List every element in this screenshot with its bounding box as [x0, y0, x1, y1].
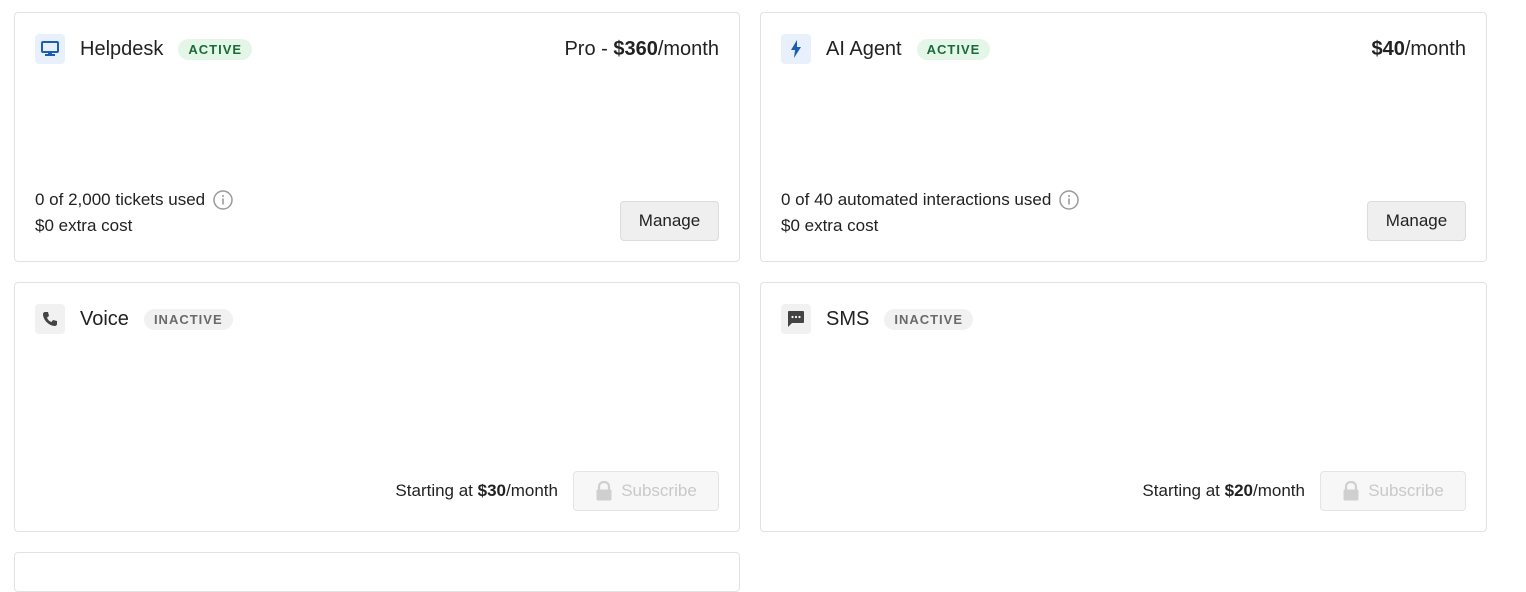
- starting-price: Starting at $20/month: [1142, 481, 1305, 501]
- product-name: Voice: [80, 307, 129, 330]
- bolt-icon: [781, 34, 811, 64]
- subscribe-label: Subscribe: [621, 481, 697, 500]
- price-amount: $360: [613, 37, 658, 60]
- product-name: Helpdesk: [80, 37, 164, 60]
- lock-icon: [595, 481, 613, 501]
- extra-cost-text: $0 extra cost: [35, 216, 133, 235]
- usage-info: 0 of 40 automated interactions used $0 e…: [781, 187, 1080, 239]
- helpdesk-card-header: Helpdesk ACTIVE Pro - $360/month: [35, 33, 719, 65]
- ai-agent-card: AI Agent ACTIVE $40/month 0 of 40 automa…: [760, 12, 1487, 262]
- price-amount: $30: [477, 481, 507, 500]
- monitor-icon: [35, 34, 65, 64]
- extra-cost-text: $0 extra cost: [781, 216, 879, 235]
- sms-card-header: SMS INACTIVE: [781, 303, 1466, 335]
- product-name: SMS: [826, 307, 870, 330]
- starting-price: Starting at $30/month: [395, 481, 558, 501]
- plan-price: Pro - $360/month: [564, 38, 719, 61]
- sms-card: SMS INACTIVE Starting at $20/month Subsc…: [760, 282, 1487, 532]
- phone-icon: [35, 304, 65, 334]
- product-name: AI Agent: [826, 37, 902, 60]
- usage-text: 0 of 2,000 tickets used: [35, 190, 206, 209]
- plan-price: $40/month: [1371, 38, 1466, 61]
- subscribe-button[interactable]: Subscribe: [1320, 471, 1466, 511]
- subscribe-label: Subscribe: [1368, 481, 1444, 500]
- helpdesk-card: Helpdesk ACTIVE Pro - $360/month 0 of 2,…: [14, 12, 740, 262]
- plan-name: Pro -: [564, 37, 614, 60]
- lock-icon: [1342, 481, 1360, 501]
- usage-info: 0 of 2,000 tickets used $0 extra cost: [35, 187, 233, 239]
- info-icon[interactable]: [1059, 190, 1080, 210]
- status-badge: INACTIVE: [143, 308, 233, 330]
- voice-card: Voice INACTIVE Starting at $30/month Sub…: [14, 282, 740, 532]
- status-badge: ACTIVE: [916, 38, 991, 60]
- status-badge: ACTIVE: [178, 38, 253, 60]
- subscribe-row: Starting at $20/month Subscribe: [1142, 471, 1466, 511]
- price-period: /month: [1253, 481, 1305, 500]
- chat-icon: [781, 304, 811, 334]
- price-period: /month: [657, 37, 719, 60]
- info-icon[interactable]: [213, 190, 233, 210]
- price-period: /month: [506, 481, 558, 500]
- voice-card-header: Voice INACTIVE: [35, 303, 719, 335]
- starting-label: Starting at: [395, 481, 478, 500]
- ai-agent-card-header: AI Agent ACTIVE $40/month: [781, 33, 1466, 65]
- status-badge: INACTIVE: [884, 308, 974, 330]
- manage-button[interactable]: Manage: [620, 201, 719, 241]
- subscribe-button[interactable]: Subscribe: [573, 471, 719, 511]
- subscribe-row: Starting at $30/month Subscribe: [395, 471, 719, 511]
- manage-button[interactable]: Manage: [1367, 201, 1466, 241]
- usage-text: 0 of 40 automated interactions used: [781, 190, 1052, 209]
- starting-label: Starting at: [1142, 481, 1225, 500]
- partial-card: [14, 552, 740, 592]
- price-amount: $20: [1224, 481, 1254, 500]
- price-amount: $40: [1371, 37, 1405, 60]
- price-period: /month: [1404, 37, 1466, 60]
